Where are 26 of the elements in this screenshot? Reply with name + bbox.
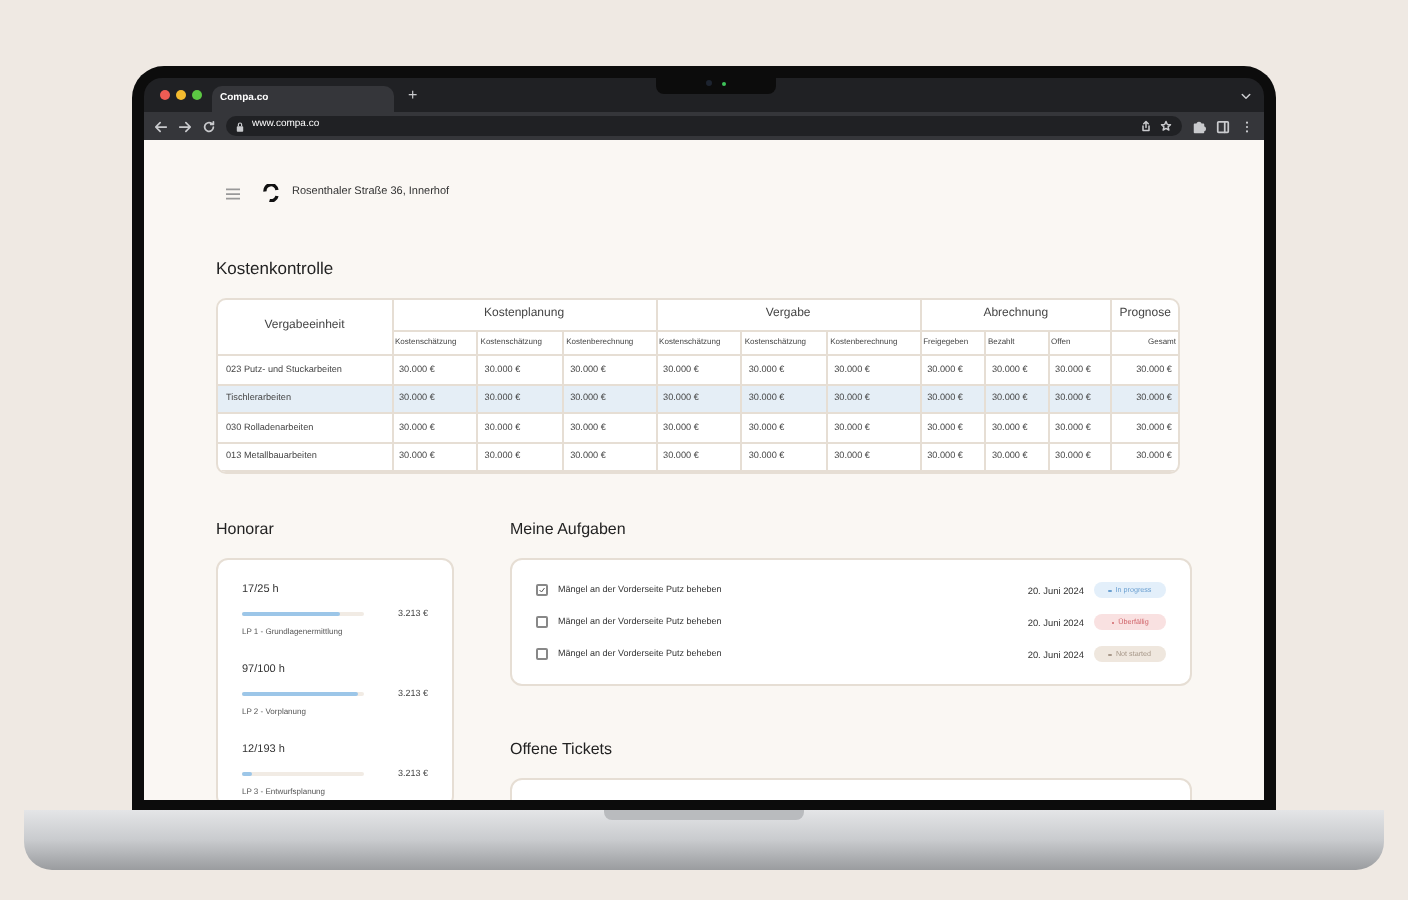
forward-arrow-icon[interactable] xyxy=(178,119,192,133)
share-icon[interactable] xyxy=(1140,120,1152,132)
logo-icon[interactable] xyxy=(262,184,280,202)
section-title: Offene Tickets xyxy=(510,738,614,763)
new-tab-button[interactable]: + xyxy=(408,87,418,103)
star-icon[interactable] xyxy=(1160,120,1172,132)
indicator-light-icon xyxy=(722,81,726,85)
camera-icon xyxy=(706,80,712,86)
back-arrow-icon[interactable] xyxy=(154,119,168,133)
section-title: Kostenkontrolle xyxy=(216,256,336,282)
section-title: Meine Aufgaben xyxy=(510,518,628,543)
task-checkbox[interactable] xyxy=(536,648,548,661)
menu-icon[interactable] xyxy=(226,187,240,199)
task-checkbox[interactable] xyxy=(536,584,548,597)
minimize-window-icon[interactable] xyxy=(176,90,186,100)
more-icon[interactable] xyxy=(1240,119,1254,133)
check-icon xyxy=(538,586,546,595)
lock-icon xyxy=(236,121,244,131)
puzzle-icon[interactable] xyxy=(1192,119,1206,133)
chevron-down-icon[interactable] xyxy=(1240,89,1252,101)
reload-icon[interactable] xyxy=(202,119,216,133)
maximize-window-icon[interactable] xyxy=(192,90,202,100)
task-checkbox[interactable] xyxy=(536,616,548,629)
sidebar-icon[interactable] xyxy=(1216,119,1230,133)
section-title: Honorar xyxy=(216,518,276,543)
close-window-icon[interactable] xyxy=(160,90,170,100)
